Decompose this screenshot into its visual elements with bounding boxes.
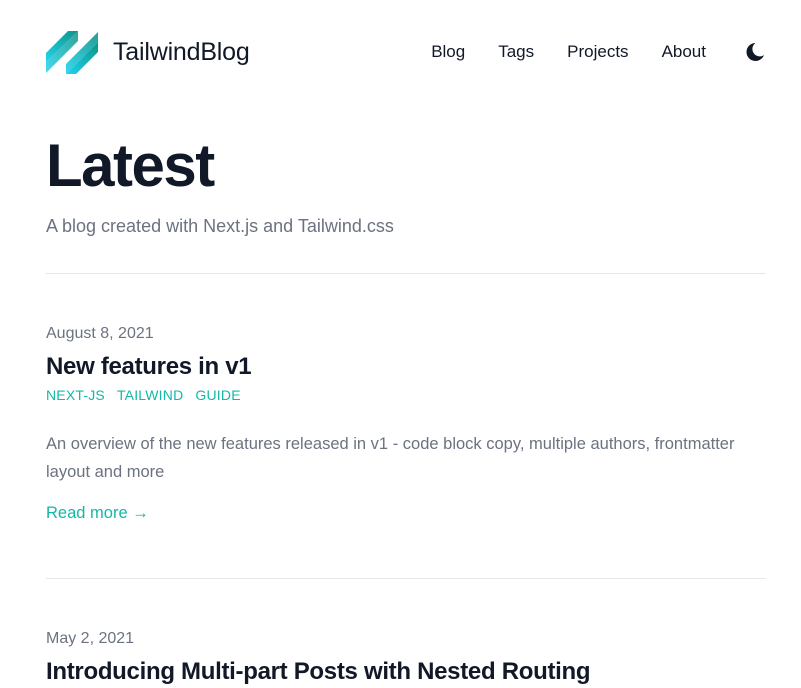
post-date: May 2, 2021 xyxy=(46,630,135,647)
brand-link[interactable]: TailwindBlog xyxy=(46,30,250,74)
site-header: TailwindBlog Blog Tags Projects About xyxy=(46,28,766,76)
tag-next-js[interactable]: next-js xyxy=(46,387,105,403)
nav-link-about[interactable]: About xyxy=(662,42,706,62)
post-item: May 2, 2021 Introducing Multi-part Posts… xyxy=(46,628,766,688)
post-tags: next-js tailwind guide xyxy=(46,387,766,403)
read-more-link[interactable]: Read more → xyxy=(46,504,149,523)
post-date: August 8, 2021 xyxy=(46,325,154,342)
nav-link-tags[interactable]: Tags xyxy=(498,42,534,62)
moon-icon[interactable] xyxy=(744,41,766,63)
post-title-link[interactable]: Introducing Multi-part Posts with Nested… xyxy=(46,656,766,688)
tailwind-slash-logo-icon xyxy=(46,30,98,74)
nav-link-projects[interactable]: Projects xyxy=(567,42,628,62)
page-subtitle: A blog created with Next.js and Tailwind… xyxy=(46,216,394,236)
post-title-link[interactable]: New features in v1 xyxy=(46,351,766,383)
post-summary: An overview of the new features released… xyxy=(46,435,735,481)
hero-section: Latest A blog created with Next.js and T… xyxy=(46,130,766,237)
tag-guide[interactable]: guide xyxy=(195,387,240,403)
brand-name: TailwindBlog xyxy=(113,37,250,66)
divider xyxy=(46,578,766,579)
nav-link-blog[interactable]: Blog xyxy=(431,42,465,62)
main-nav: Blog Tags Projects About xyxy=(431,41,766,63)
post-item: August 8, 2021 New features in v1 next-j… xyxy=(46,323,766,523)
divider xyxy=(46,273,766,274)
page-title: Latest xyxy=(46,132,215,199)
tag-tailwind[interactable]: tailwind xyxy=(117,387,183,403)
